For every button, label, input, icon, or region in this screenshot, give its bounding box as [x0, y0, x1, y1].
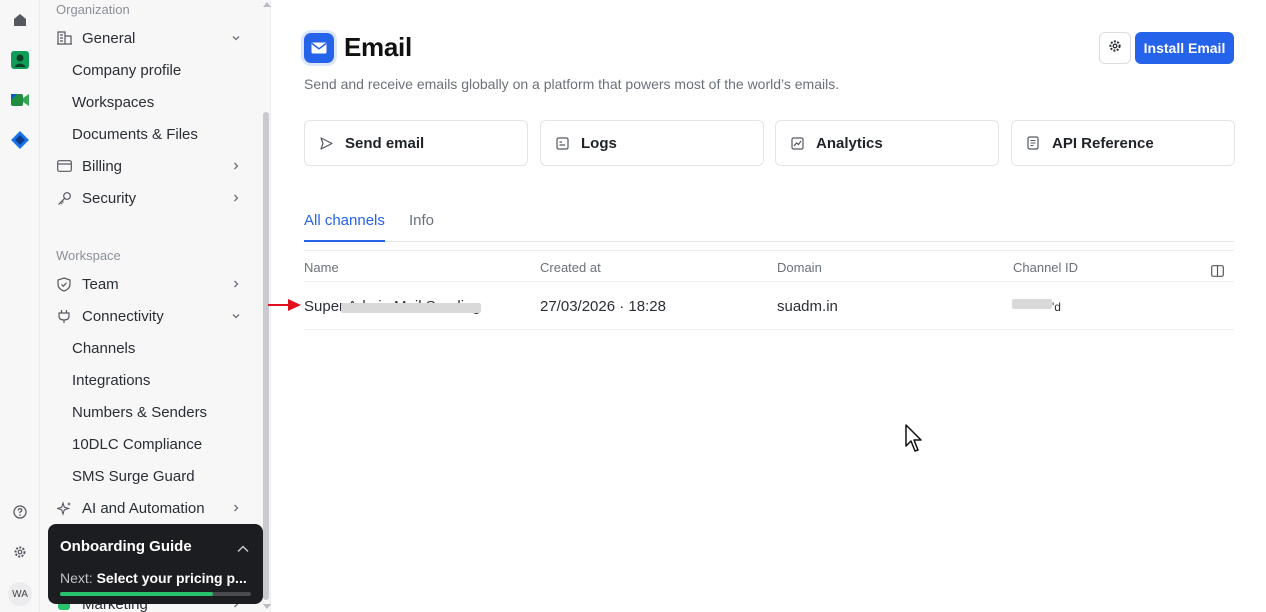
- onboarding-next-step[interactable]: Next: Select your pricing p...: [60, 570, 252, 586]
- sidebar-item-workspaces[interactable]: Workspaces: [72, 88, 154, 116]
- scroll-up-arrow-icon[interactable]: [263, 2, 271, 7]
- cell-domain: suadm.in: [777, 298, 838, 315]
- chevron-right-icon: [230, 192, 242, 204]
- card-analytics[interactable]: Analytics: [775, 120, 999, 166]
- table-row[interactable]: Super Admin Mail Sending 27/03/2026 · 18…: [304, 282, 1234, 330]
- chevron-right-icon: [230, 160, 242, 172]
- tab-all-channels[interactable]: All channels: [304, 212, 385, 229]
- app-green-icon[interactable]: [10, 50, 30, 70]
- sidebar-item-channels[interactable]: Channels: [72, 334, 135, 362]
- icon-rail: WA: [0, 0, 40, 612]
- sidebar-item-label: AI and Automation: [82, 499, 205, 517]
- onboarding-next-value: Select your pricing p...: [96, 570, 247, 586]
- tab-info[interactable]: Info: [409, 212, 434, 229]
- install-email-button[interactable]: Install Email: [1135, 32, 1234, 64]
- sidebar: Organization General Company profile Wor…: [40, 0, 271, 612]
- card-label: Send email: [345, 134, 425, 152]
- plug-icon: [56, 308, 72, 324]
- credit-card-icon: [56, 158, 72, 174]
- sidebar-item-numbers-senders[interactable]: Numbers & Senders: [72, 398, 207, 426]
- sidebar-item-team[interactable]: Team: [48, 270, 250, 298]
- document-icon: [1026, 136, 1040, 150]
- sidebar-item-documents-files[interactable]: Documents & Files: [72, 120, 198, 148]
- sidebar-item-connectivity[interactable]: Connectivity: [48, 302, 250, 330]
- table-header: Name Created at Domain Channel ID: [304, 250, 1234, 282]
- chevron-down-icon: [230, 32, 242, 44]
- logs-icon: [555, 136, 569, 150]
- column-header-domain[interactable]: Domain: [777, 260, 822, 275]
- sidebar-item-company-profile[interactable]: Company profile: [72, 56, 181, 84]
- chevron-right-icon: [230, 278, 242, 290]
- card-send-email[interactable]: Send email: [304, 120, 528, 166]
- page-title: Email: [344, 32, 412, 62]
- section-label-organization: Organization: [56, 2, 130, 17]
- tab-bar: All channels Info: [304, 208, 1234, 242]
- sidebar-item-ai-automation[interactable]: AI and Automation: [48, 494, 250, 522]
- settings-icon[interactable]: [10, 542, 30, 562]
- app-window: WA Organization General Company profile …: [0, 0, 1266, 612]
- help-icon[interactable]: [10, 502, 30, 522]
- onboarding-progress-bar: [60, 592, 251, 596]
- settings-button[interactable]: [1099, 32, 1131, 64]
- mouse-cursor-icon: [905, 424, 923, 459]
- card-label: Logs: [581, 134, 617, 152]
- sidebar-item-sms-surge-guard[interactable]: SMS Surge Guard: [72, 462, 195, 490]
- page-description: Send and receive emails globally on a pl…: [304, 76, 840, 92]
- onboarding-progress-fill: [60, 592, 213, 596]
- analytics-icon: [790, 136, 804, 150]
- avatar[interactable]: WA: [8, 582, 32, 606]
- sidebar-item-label: General: [82, 29, 136, 47]
- chevron-right-icon: [230, 502, 242, 514]
- sparkle-icon: [56, 500, 72, 516]
- sidebar-item-label: Connectivity: [82, 307, 164, 325]
- redaction-blur: [1012, 299, 1052, 309]
- sidebar-item-billing[interactable]: Billing: [48, 152, 250, 180]
- onboarding-next-label: Next:: [60, 570, 93, 586]
- card-label: API Reference: [1052, 134, 1154, 152]
- column-header-channel-id[interactable]: Channel ID: [1013, 260, 1078, 275]
- card-logs[interactable]: Logs: [540, 120, 764, 166]
- building-icon: [56, 30, 72, 46]
- sidebar-item-integrations[interactable]: Integrations: [72, 366, 150, 394]
- active-tab-indicator: [304, 240, 385, 242]
- email-app-icon: [304, 33, 334, 63]
- onboarding-title: Onboarding Guide: [60, 538, 192, 555]
- onboarding-guide[interactable]: Onboarding Guide Next: Select your prici…: [48, 524, 263, 604]
- column-header-created-at[interactable]: Created at: [540, 260, 601, 275]
- card-api-reference[interactable]: API Reference: [1011, 120, 1235, 166]
- sidebar-item-label: Team: [82, 275, 119, 293]
- shield-icon: [56, 276, 72, 292]
- chevron-up-icon[interactable]: [237, 540, 249, 558]
- sidebar-item-security[interactable]: Security: [48, 184, 250, 212]
- sidebar-item-label: Security: [82, 189, 137, 207]
- app-blue-icon[interactable]: [10, 130, 30, 150]
- column-header-name[interactable]: Name: [304, 260, 339, 275]
- meet-icon[interactable]: [10, 90, 30, 110]
- scroll-down-arrow-icon[interactable]: [263, 604, 271, 609]
- cell-channel-id: 'd: [1052, 300, 1061, 314]
- sidebar-item-label: Billing: [82, 157, 123, 175]
- cell-created-at: 27/03/2026 · 18:28: [540, 298, 666, 315]
- annotation-arrow-icon: [268, 298, 302, 317]
- home-icon[interactable]: [10, 10, 30, 30]
- main-content: Email Install Email Send and receive ema…: [271, 0, 1266, 612]
- send-icon: [319, 136, 333, 150]
- sidebar-item-10dlc-compliance[interactable]: 10DLC Compliance: [72, 430, 202, 458]
- redaction-blur: [341, 303, 481, 313]
- key-icon: [56, 190, 72, 206]
- section-label-workspace: Workspace: [56, 248, 121, 263]
- gear-icon: [1108, 39, 1122, 58]
- card-label: Analytics: [816, 134, 883, 152]
- columns-icon[interactable]: [1211, 264, 1224, 282]
- sidebar-item-general[interactable]: General: [48, 24, 250, 52]
- chevron-down-icon: [230, 310, 242, 322]
- sidebar-scroll-thumb[interactable]: [263, 112, 269, 600]
